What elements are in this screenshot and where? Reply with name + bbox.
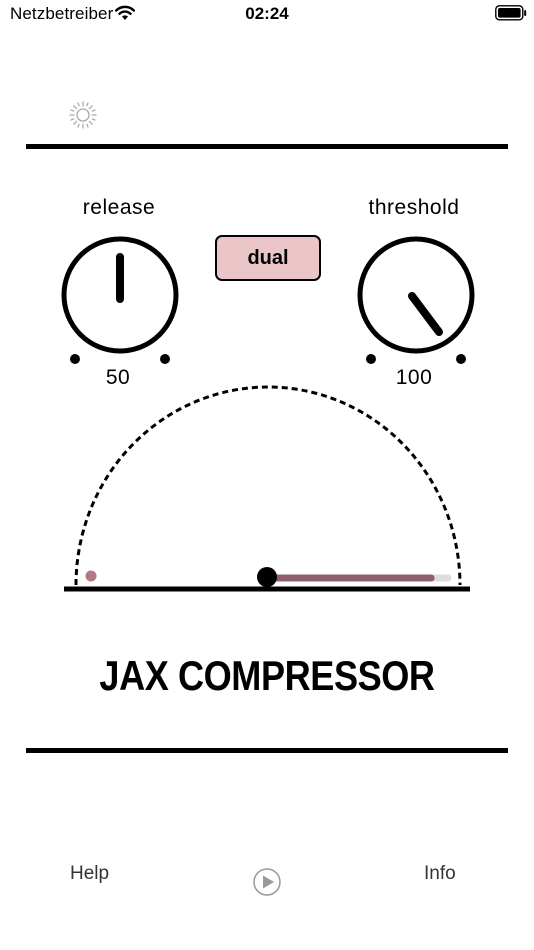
threshold-label: threshold (368, 196, 460, 219)
release-label: release (82, 196, 156, 219)
meter-min-marker (85, 570, 97, 582)
threshold-knob[interactable] (351, 232, 481, 372)
app-title: JAX COMPRESSOR (99, 652, 435, 699)
meter-arc (74, 385, 462, 586)
status-time: 02:24 (245, 4, 289, 23)
release-knob[interactable] (55, 232, 185, 372)
dual-mode-button[interactable]: dual (215, 235, 321, 281)
sun-icon[interactable] (68, 100, 98, 130)
top-divider (26, 144, 508, 149)
play-icon[interactable] (252, 867, 282, 897)
gain-reduction-meter (64, 385, 470, 592)
bottom-divider (26, 748, 508, 753)
help-link[interactable]: Help (70, 863, 109, 885)
info-link[interactable]: Info (424, 863, 456, 885)
meter-needle-dot (257, 567, 277, 587)
battery-icon (495, 5, 527, 21)
